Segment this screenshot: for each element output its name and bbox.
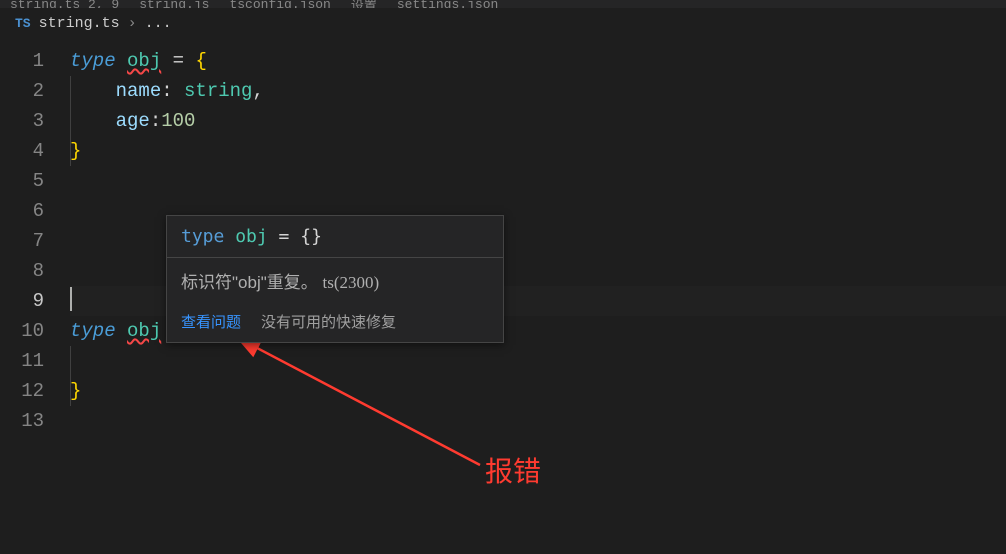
code-line[interactable]	[70, 166, 1006, 196]
chevron-right-icon: ›	[128, 15, 137, 32]
ts-badge-icon: TS	[15, 16, 31, 31]
error-code: ts(2300)	[322, 273, 379, 292]
type-identifier: obj	[127, 320, 161, 342]
close-brace: }	[70, 140, 81, 162]
close-brace: }	[70, 380, 81, 402]
tab-bar: string.ts 2, 9 string.js tsconfig.json 设…	[0, 0, 1006, 8]
line-number: 4	[0, 136, 44, 166]
open-brace: {	[195, 50, 206, 72]
code-line[interactable]: type obj = {	[70, 46, 1006, 76]
line-number: 8	[0, 256, 44, 286]
code-line[interactable]: }	[70, 376, 1006, 406]
line-number: 10	[0, 316, 44, 346]
punctuation: :	[161, 80, 184, 102]
line-number: 1	[0, 46, 44, 76]
line-number: 12	[0, 376, 44, 406]
tab-tsconfig[interactable]: tsconfig.json	[229, 0, 330, 8]
punctuation: =	[161, 50, 195, 72]
breadcrumb-file[interactable]: string.ts	[39, 15, 120, 32]
hover-message: 标识符"obj"重复。 ts(2300)	[167, 257, 503, 303]
error-message: 标识符"obj"重复。	[181, 273, 322, 292]
tab-string-ts[interactable]: string.ts 2, 9	[10, 0, 119, 8]
annotation-label: 报错	[485, 450, 541, 490]
breadcrumb-current[interactable]: ...	[145, 15, 172, 32]
line-number: 5	[0, 166, 44, 196]
view-problem-link[interactable]: 查看问题	[181, 311, 241, 332]
text-cursor	[70, 287, 72, 311]
line-number: 9	[0, 286, 44, 316]
tab-string-js[interactable]: string.js	[139, 0, 209, 8]
punctuation: ,	[252, 80, 263, 102]
property-name: name	[116, 80, 162, 102]
line-number: 2	[0, 76, 44, 106]
tab-settings-zh[interactable]: 设置	[351, 0, 377, 8]
hover-signature: type obj = {}	[167, 216, 503, 257]
breadcrumb[interactable]: TS string.ts › ...	[0, 8, 1006, 38]
punctuation: = {}	[268, 226, 322, 247]
keyword-type: type	[70, 320, 116, 342]
punctuation: :	[150, 110, 161, 132]
line-number: 11	[0, 346, 44, 376]
code-line[interactable]	[70, 346, 1006, 376]
keyword-type: type	[181, 226, 224, 247]
hover-actions: 查看问题 没有可用的快速修复	[167, 303, 503, 342]
property-name: age	[116, 110, 150, 132]
code-line[interactable]: age:100	[70, 106, 1006, 136]
type-identifier: obj	[127, 50, 161, 72]
line-number: 7	[0, 226, 44, 256]
type-identifier: obj	[235, 226, 268, 247]
code-line[interactable]	[70, 406, 1006, 436]
tab-settings-json[interactable]: settings.json	[397, 0, 498, 8]
line-number-gutter: 1 2 3 4 5 6 7 8 9 10 11 12 13	[0, 46, 70, 436]
code-line[interactable]: name: string,	[70, 76, 1006, 106]
line-number: 13	[0, 406, 44, 436]
code-line[interactable]: }	[70, 136, 1006, 166]
keyword-type: type	[70, 50, 116, 72]
number-literal: 100	[161, 110, 195, 132]
hover-tooltip: type obj = {} 标识符"obj"重复。 ts(2300) 查看问题 …	[166, 215, 504, 343]
line-number: 3	[0, 106, 44, 136]
no-quickfix-label: 没有可用的快速修复	[261, 311, 396, 332]
line-number: 6	[0, 196, 44, 226]
type-string: string	[184, 80, 252, 102]
